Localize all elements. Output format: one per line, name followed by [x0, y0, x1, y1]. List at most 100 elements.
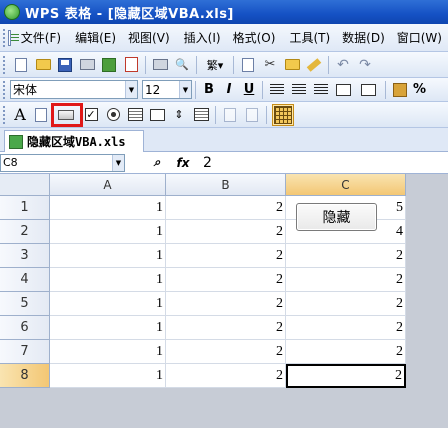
- merge-dropdown-button[interactable]: [356, 81, 380, 99]
- export-pdf-button[interactable]: [122, 56, 140, 74]
- open-file-button[interactable]: [34, 56, 52, 74]
- row-header[interactable]: 7: [0, 340, 50, 364]
- clipboard-icon: [284, 59, 300, 70]
- view-code-button[interactable]: [243, 106, 261, 124]
- italic-button[interactable]: I: [219, 80, 239, 100]
- document-icon[interactable]: [8, 29, 18, 46]
- cell-c[interactable]: 2: [286, 292, 406, 316]
- menu-format[interactable]: 格式(O): [227, 28, 282, 48]
- format-painter-button[interactable]: [305, 56, 323, 74]
- chevron-down-icon[interactable]: ▼: [125, 81, 137, 98]
- print-button[interactable]: [151, 56, 169, 74]
- paste-button[interactable]: [283, 56, 301, 74]
- scroll-bar-control-button[interactable]: ⇕: [170, 106, 188, 124]
- redo-button[interactable]: ↷: [356, 56, 374, 74]
- workbook-tab[interactable]: 隐藏区域VBA.xls: [4, 130, 144, 152]
- row-header[interactable]: 2: [0, 220, 50, 244]
- align-right-button[interactable]: [312, 81, 330, 99]
- cell-a[interactable]: 1: [50, 292, 166, 316]
- new-file-icon: [15, 57, 27, 72]
- align-left-button[interactable]: [268, 81, 286, 99]
- menu-edit[interactable]: 编辑(E): [69, 28, 122, 48]
- underline-button[interactable]: U: [239, 80, 259, 100]
- cell-c[interactable]: 2: [286, 340, 406, 364]
- menu-data[interactable]: 数据(D): [336, 28, 391, 48]
- select-all-corner[interactable]: [0, 174, 50, 196]
- name-box[interactable]: C8 ▼: [0, 153, 125, 172]
- print-preview-button[interactable]: [78, 56, 96, 74]
- menu-view[interactable]: 视图(V): [122, 28, 176, 48]
- cell-b[interactable]: 2: [166, 268, 286, 292]
- column-header-b[interactable]: B: [166, 174, 286, 196]
- menu-tools[interactable]: 工具(T): [283, 28, 336, 48]
- bold-button[interactable]: B: [199, 80, 219, 100]
- cell-a[interactable]: 1: [50, 340, 166, 364]
- spreadsheet-icon: [9, 134, 23, 149]
- formula-input[interactable]: 2: [203, 155, 212, 171]
- row-header[interactable]: 5: [0, 292, 50, 316]
- label-control-button[interactable]: A: [10, 105, 30, 125]
- row-header[interactable]: 3: [0, 244, 50, 268]
- export-green-button[interactable]: [100, 56, 118, 74]
- menu-insert[interactable]: 插入(I): [178, 28, 227, 48]
- formatting-toolbar: 宋体 ▼ 12 ▼ B I U %: [0, 78, 448, 102]
- search-button[interactable]: 🔍: [173, 56, 191, 74]
- currency-button[interactable]: [391, 81, 409, 99]
- font-name-select[interactable]: 宋体 ▼: [10, 80, 138, 99]
- paintbrush-icon: [306, 57, 322, 72]
- active-cell[interactable]: 2: [286, 364, 406, 388]
- cut-button[interactable]: ✂: [261, 56, 279, 74]
- cell-a[interactable]: 1: [50, 268, 166, 292]
- cell-b[interactable]: 2: [166, 316, 286, 340]
- currency-icon: [393, 82, 407, 97]
- cell-a[interactable]: 1: [50, 364, 166, 388]
- cell-a[interactable]: 1: [50, 196, 166, 220]
- option-button-control[interactable]: [104, 106, 122, 124]
- copy-button[interactable]: [239, 56, 257, 74]
- align-center-button[interactable]: [290, 81, 308, 99]
- merge-center-button[interactable]: [334, 81, 352, 99]
- row-header[interactable]: 1: [0, 196, 50, 220]
- hide-form-button[interactable]: 隐藏: [296, 203, 377, 231]
- font-size-select[interactable]: 12 ▼: [142, 80, 192, 99]
- undo-button[interactable]: ↶: [334, 56, 352, 74]
- list-box-control-button[interactable]: [126, 106, 144, 124]
- row-header[interactable]: 6: [0, 316, 50, 340]
- align-center-icon: [292, 83, 306, 96]
- cell-a[interactable]: 1: [50, 316, 166, 340]
- menu-window[interactable]: 窗口(W): [391, 28, 448, 48]
- cell-b[interactable]: 2: [166, 364, 286, 388]
- cell-a[interactable]: 1: [50, 244, 166, 268]
- menu-bar: 文件(F) 编辑(E) 视图(V) 插入(I) 格式(O) 工具(T) 数据(D…: [0, 24, 448, 52]
- cell-b[interactable]: 2: [166, 340, 286, 364]
- control-properties-button[interactable]: [221, 106, 239, 124]
- save-button[interactable]: [56, 56, 74, 74]
- cell-a[interactable]: 1: [50, 220, 166, 244]
- new-file-button[interactable]: [12, 56, 30, 74]
- row-header[interactable]: 8: [0, 364, 50, 388]
- spinner-control-button[interactable]: [192, 106, 210, 124]
- worksheet-grid: A B C 11252124312241225122612271228122 隐…: [0, 174, 448, 428]
- chevron-down-icon[interactable]: ▼: [112, 154, 124, 171]
- cell-b[interactable]: 2: [166, 292, 286, 316]
- cell-b[interactable]: 2: [166, 244, 286, 268]
- toggle-grid-button[interactable]: [272, 103, 294, 126]
- convert-button[interactable]: 繁▾: [202, 56, 228, 74]
- document-tab-bar: 隐藏区域VBA.xls: [0, 128, 448, 152]
- percent-button[interactable]: %: [413, 82, 426, 97]
- menu-file[interactable]: 文件(F): [15, 28, 67, 48]
- combo-box-control-button[interactable]: [148, 106, 166, 124]
- cell-c[interactable]: 2: [286, 268, 406, 292]
- cell-c[interactable]: 2: [286, 316, 406, 340]
- chevron-down-icon[interactable]: ▼: [179, 81, 191, 98]
- edit-box-button[interactable]: [32, 106, 50, 124]
- formula-search-button[interactable]: ⌕: [147, 154, 167, 172]
- column-header-a[interactable]: A: [50, 174, 166, 196]
- row-header[interactable]: 4: [0, 268, 50, 292]
- column-header-c[interactable]: C: [286, 174, 406, 196]
- insert-function-button[interactable]: fx: [173, 154, 193, 172]
- checkbox-control-button[interactable]: ✓: [82, 106, 100, 124]
- cell-b[interactable]: 2: [166, 196, 286, 220]
- cell-c[interactable]: 2: [286, 244, 406, 268]
- cell-b[interactable]: 2: [166, 220, 286, 244]
